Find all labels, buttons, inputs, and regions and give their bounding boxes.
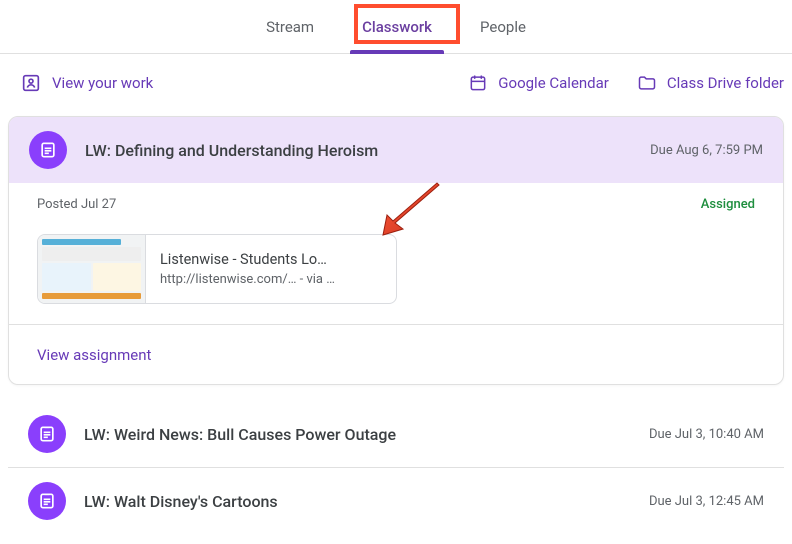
list-item[interactable]: LW: Weird News: Bull Causes Power Outage…: [8, 401, 784, 467]
assignment-icon: [29, 131, 67, 169]
google-calendar-link[interactable]: Google Calendar: [468, 73, 609, 93]
list-item-title: LW: Weird News: Bull Causes Power Outage: [84, 425, 631, 444]
assignment-status: Assigned: [701, 197, 755, 212]
toolbar: View your work Google Calendar Class Dri…: [0, 54, 792, 116]
top-tabs: Stream Classwork People: [0, 0, 792, 54]
class-drive-folder-link[interactable]: Class Drive folder: [637, 73, 784, 93]
list-item-due: Due Jul 3, 12:45 AM: [649, 494, 764, 509]
assignment-icon: [28, 415, 66, 453]
view-assignment-link[interactable]: View assignment: [37, 346, 151, 364]
tab-people[interactable]: People: [474, 0, 532, 53]
assignment-icon: [28, 482, 66, 520]
tab-stream[interactable]: Stream: [260, 0, 320, 53]
assignment-header[interactable]: LW: Defining and Understanding Heroism D…: [9, 117, 783, 183]
assignment-posted: Posted Jul 27: [37, 197, 116, 212]
calendar-icon: [468, 73, 488, 93]
attachment-url: http://listenwise.com/… - via …: [160, 272, 382, 287]
assignment-title: LW: Defining and Understanding Heroism: [85, 141, 632, 160]
view-your-work-link[interactable]: View your work: [20, 72, 153, 94]
assignment-due: Due Aug 6, 7:59 PM: [650, 143, 763, 158]
attachment-thumbnail: [38, 235, 146, 303]
list-item[interactable]: LW: Walt Disney's Cartoons Due Jul 3, 12…: [8, 467, 784, 534]
folder-icon: [637, 73, 657, 93]
attachment-title: Listenwise - Students Lo…: [160, 251, 382, 268]
list-item-title: LW: Walt Disney's Cartoons: [84, 492, 631, 511]
google-calendar-label: Google Calendar: [498, 74, 609, 92]
tab-classwork[interactable]: Classwork: [356, 0, 438, 53]
view-your-work-label: View your work: [52, 74, 153, 92]
assignment-list: LW: Weird News: Bull Causes Power Outage…: [8, 401, 784, 534]
class-drive-folder-label: Class Drive folder: [667, 74, 784, 92]
attachment-card[interactable]: Listenwise - Students Lo… http://listenw…: [37, 234, 397, 304]
assignment-person-icon: [20, 72, 42, 94]
list-item-due: Due Jul 3, 10:40 AM: [649, 427, 764, 442]
assignment-card: LW: Defining and Understanding Heroism D…: [8, 116, 784, 385]
